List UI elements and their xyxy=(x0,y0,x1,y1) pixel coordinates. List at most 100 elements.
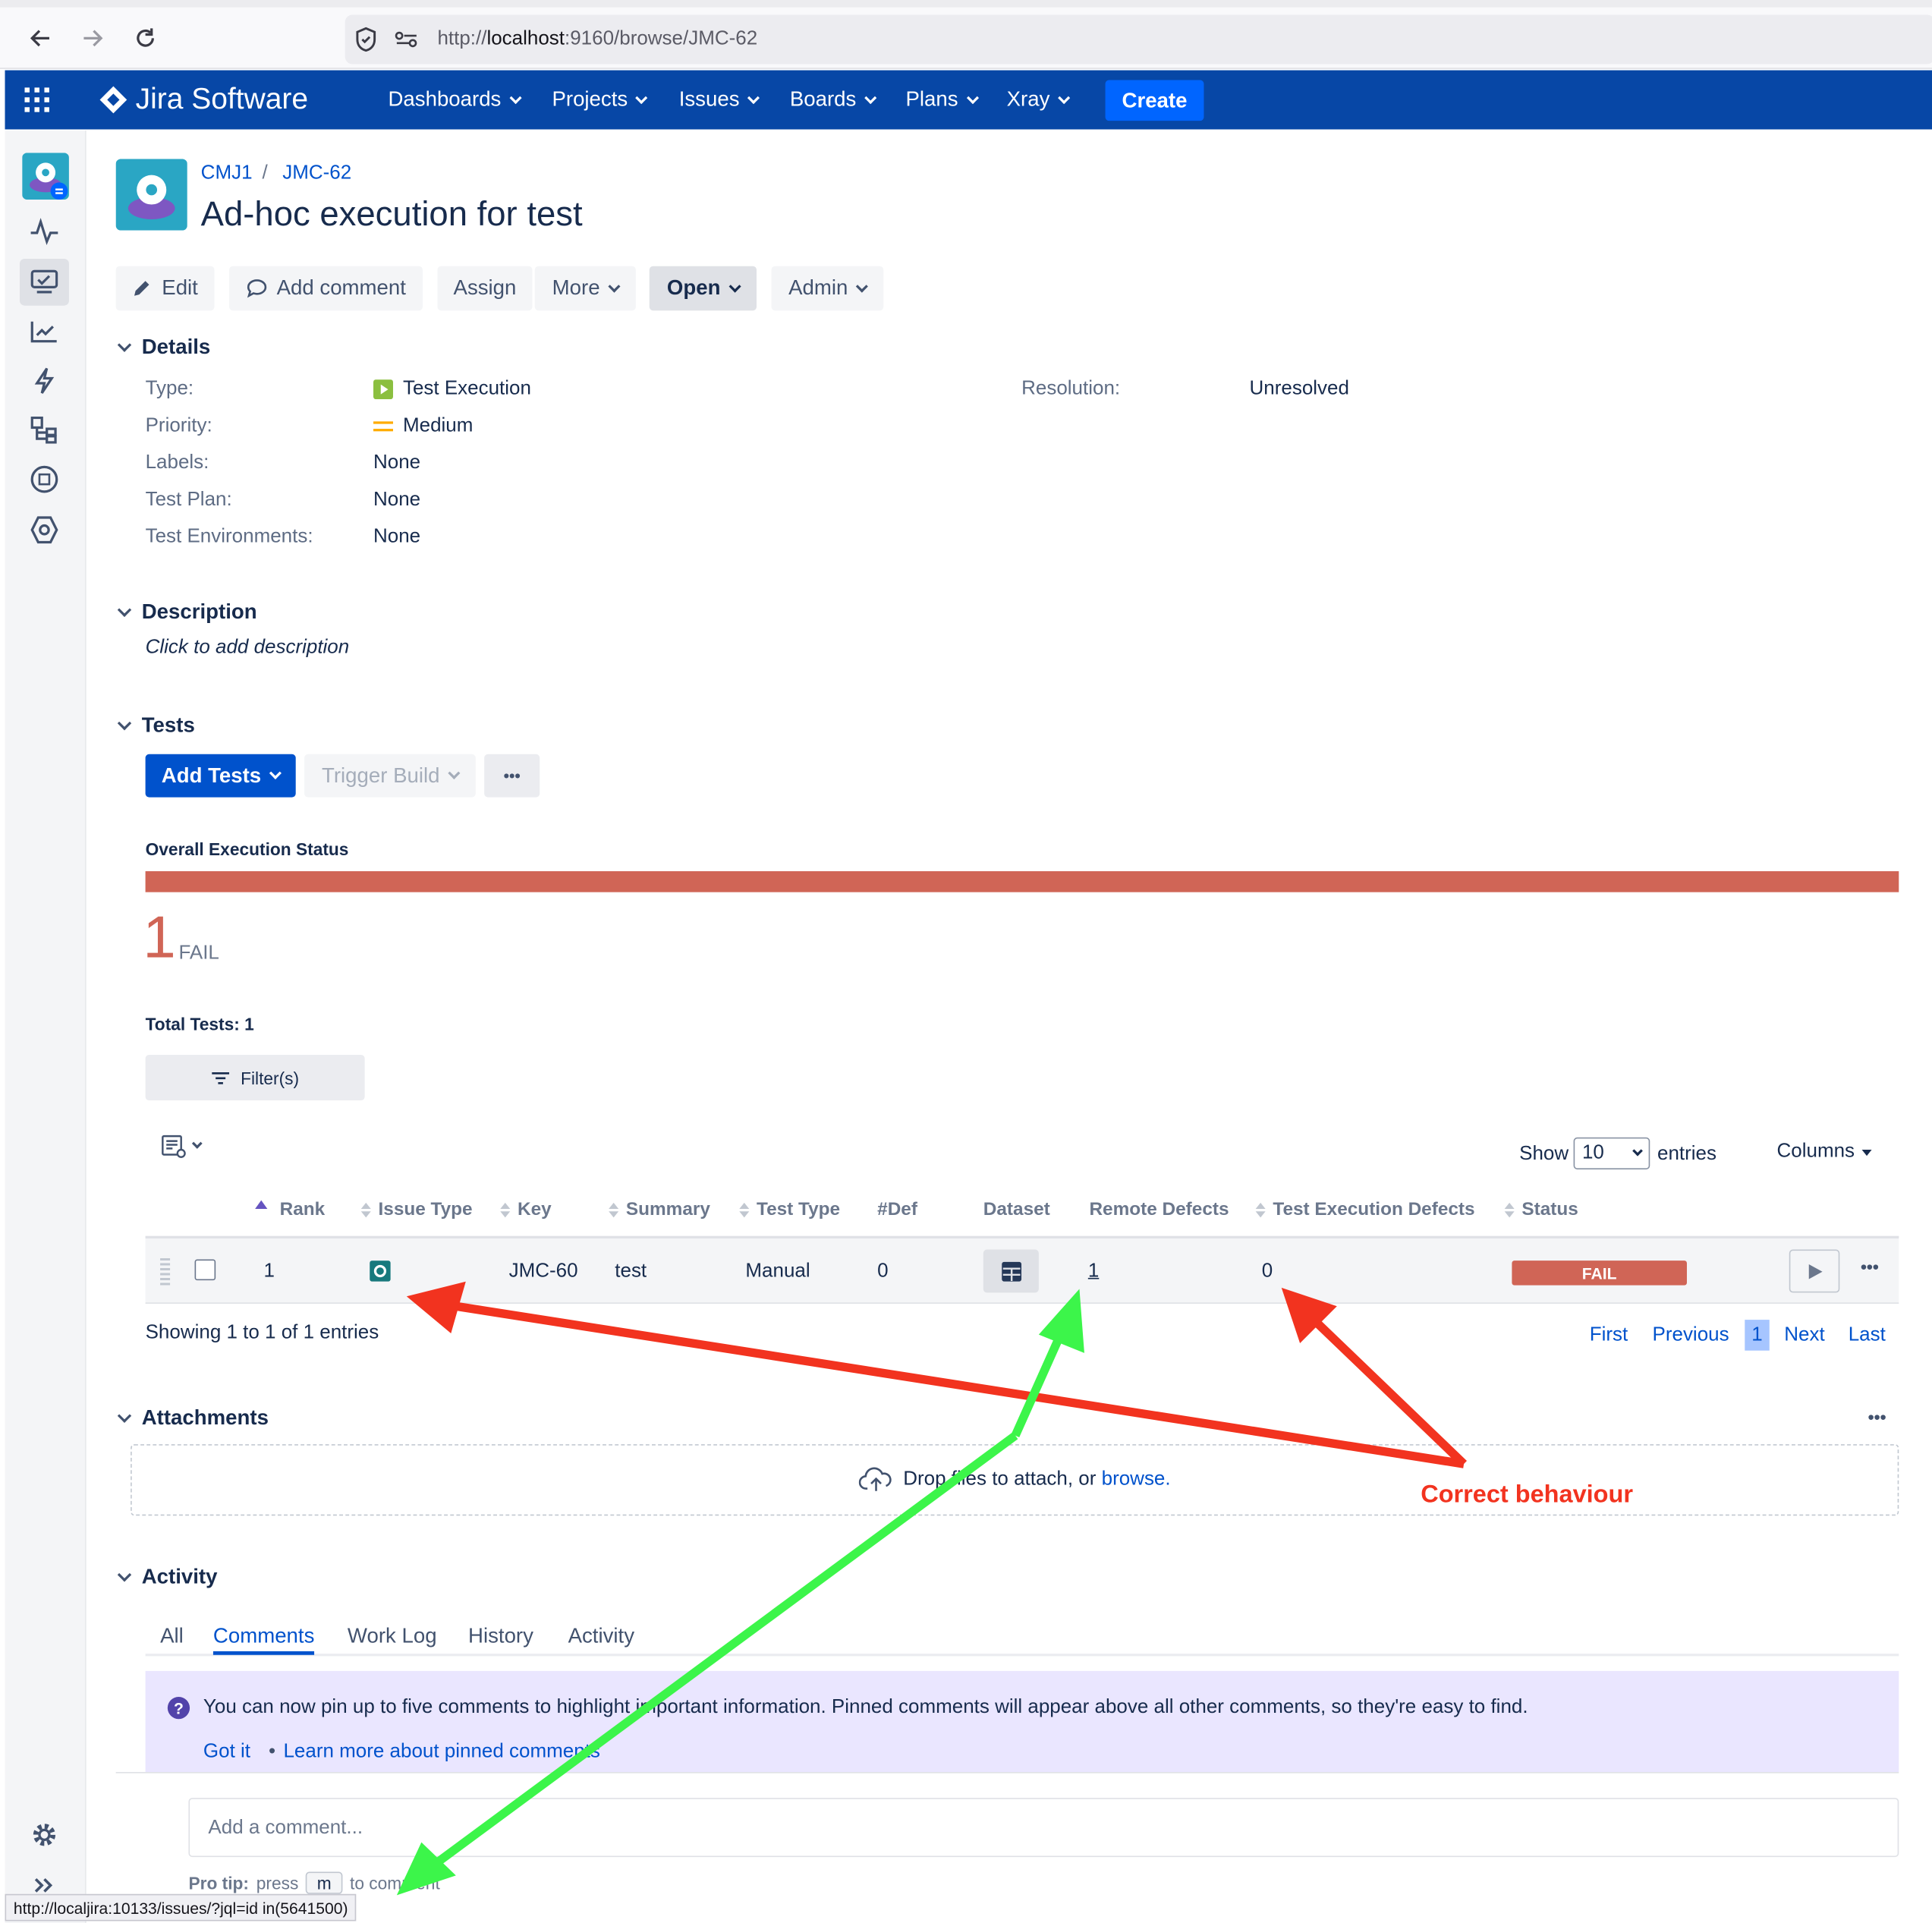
sort-icon xyxy=(609,1202,619,1217)
tab-all[interactable]: All xyxy=(160,1624,184,1648)
tab-history[interactable]: History xyxy=(468,1624,533,1648)
permissions-icon[interactable] xyxy=(395,30,419,55)
pager-previous[interactable]: Previous xyxy=(1653,1325,1729,1347)
app-switcher-icon[interactable] xyxy=(24,87,49,118)
breadcrumb-project-link[interactable]: CMJ1 xyxy=(201,162,253,184)
tab-activity[interactable]: Activity xyxy=(568,1624,634,1648)
forward-icon[interactable] xyxy=(74,20,111,57)
labels-value[interactable]: None xyxy=(373,452,420,474)
components-icon[interactable] xyxy=(22,408,66,452)
description-placeholder[interactable]: Click to add description xyxy=(146,637,350,659)
url-text[interactable]: http://localhost:9160/browse/JMC-62 xyxy=(437,28,757,50)
sort-icon xyxy=(1504,1202,1515,1217)
pager-current-page[interactable]: 1 xyxy=(1745,1320,1770,1351)
test-plan-value[interactable]: None xyxy=(373,489,420,511)
nav-boards[interactable]: Boards xyxy=(790,87,877,112)
breadcrumb-issue-link[interactable]: JMC-62 xyxy=(282,162,351,184)
lightning-icon[interactable] xyxy=(22,359,66,403)
jira-logo[interactable]: Jira Software xyxy=(99,83,308,117)
drag-handle-icon[interactable] xyxy=(160,1257,171,1288)
column-header-rank[interactable]: Rank xyxy=(255,1199,325,1220)
row-test-type: Manual xyxy=(745,1260,810,1282)
row-summary-link[interactable]: test xyxy=(615,1260,647,1283)
attachments-more-icon[interactable]: ••• xyxy=(1868,1407,1886,1427)
edit-button[interactable]: Edit xyxy=(115,266,215,311)
pager-next[interactable]: Next xyxy=(1784,1325,1824,1347)
row-key-link[interactable]: JMC-60 xyxy=(509,1260,578,1283)
column-header-test-execution-defects[interactable]: Test Execution Defects xyxy=(1255,1199,1475,1220)
browser-tab-strip xyxy=(0,0,1932,8)
show-label: Show xyxy=(1519,1143,1569,1165)
settings-gear-icon[interactable] xyxy=(22,1813,66,1857)
page-title[interactable]: Ad-hoc execution for test xyxy=(201,195,583,234)
execute-button[interactable] xyxy=(1789,1249,1840,1293)
add-comment-button[interactable]: Add comment xyxy=(229,266,423,311)
pro-tip: Pro tip: press m to comment xyxy=(188,1871,440,1894)
filters-button[interactable]: Filter(s) xyxy=(145,1054,365,1101)
nav-projects[interactable]: Projects xyxy=(552,87,648,112)
description-toggle[interactable]: Description xyxy=(116,600,257,625)
dataset-button[interactable] xyxy=(983,1249,1039,1293)
fail-segment xyxy=(145,871,1899,892)
tests-more-actions-button[interactable]: ••• xyxy=(484,754,540,798)
pulse-icon[interactable] xyxy=(22,209,66,253)
column-header-summary[interactable]: Summary xyxy=(609,1199,710,1220)
assign-button[interactable]: Assign xyxy=(437,266,533,311)
activity-toggle[interactable]: Activity xyxy=(116,1565,217,1589)
tab-work-log[interactable]: Work Log xyxy=(348,1624,437,1648)
attachments-toggle[interactable]: Attachments xyxy=(116,1406,269,1430)
nav-issues[interactable]: Issues xyxy=(679,87,760,112)
learn-more-link[interactable]: Learn more about pinned comments xyxy=(283,1741,599,1763)
shield-icon[interactable] xyxy=(355,27,377,58)
board-icon[interactable] xyxy=(19,258,69,306)
browse-link[interactable]: browse. xyxy=(1102,1469,1171,1490)
status-badge[interactable]: FAIL xyxy=(1512,1260,1687,1286)
column-header-remote-defects[interactable]: Remote Defects xyxy=(1089,1199,1229,1220)
column-header-issue-type[interactable]: Issue Type xyxy=(360,1199,473,1220)
more-button[interactable]: More xyxy=(534,266,636,311)
column-header-status[interactable]: Status xyxy=(1504,1199,1578,1220)
column-header-dataset[interactable]: Dataset xyxy=(983,1199,1050,1220)
green-arrow-to-remote-defects xyxy=(1011,1289,1084,1438)
trigger-build-button[interactable]: Trigger Build xyxy=(304,754,476,798)
remote-defects-link[interactable]: 1 xyxy=(1088,1260,1099,1283)
nav-xray[interactable]: Xray xyxy=(1007,87,1071,112)
column-header-def[interactable]: #Def xyxy=(877,1199,917,1220)
row-actions-icon[interactable]: ••• xyxy=(1861,1257,1879,1276)
attachment-dropzone[interactable]: Drop files to attach, or browse. xyxy=(131,1444,1899,1516)
columns-dropdown[interactable]: Columns xyxy=(1777,1141,1872,1163)
nav-dashboards[interactable]: Dashboards xyxy=(388,87,522,112)
pager-last[interactable]: Last xyxy=(1849,1325,1886,1347)
tests-heading: Tests xyxy=(141,713,195,738)
nav-plans[interactable]: Plans xyxy=(905,87,979,112)
hexagon-icon[interactable] xyxy=(22,508,66,552)
jira-header: Jira Software Dashboards Projects Issues… xyxy=(5,70,1932,130)
details-toggle[interactable]: Details xyxy=(116,335,211,360)
status-open-button[interactable]: Open xyxy=(649,266,757,311)
reports-icon[interactable] xyxy=(22,310,66,354)
comment-input[interactable]: Add a comment... xyxy=(188,1798,1899,1858)
reload-icon[interactable] xyxy=(127,20,164,57)
entries-select[interactable]: 10 xyxy=(1573,1137,1650,1169)
test-environments-value[interactable]: None xyxy=(373,526,420,548)
tests-toggle[interactable]: Tests xyxy=(116,713,195,738)
admin-button[interactable]: Admin xyxy=(771,266,884,311)
project-avatar[interactable] xyxy=(22,153,69,200)
column-layout-menu[interactable] xyxy=(162,1134,203,1158)
add-tests-button[interactable]: Add Tests xyxy=(145,754,296,798)
chevron-down-icon xyxy=(117,602,132,617)
column-header-key[interactable]: Key xyxy=(500,1199,552,1220)
test-environments-label: Test Environments: xyxy=(145,526,313,547)
back-icon[interactable] xyxy=(22,20,59,57)
tab-comments[interactable]: Comments xyxy=(212,1624,315,1655)
row-checkbox[interactable] xyxy=(194,1259,216,1281)
column-header-test-type[interactable]: Test Type xyxy=(739,1199,840,1220)
details-heading: Details xyxy=(141,335,211,359)
create-button[interactable]: Create xyxy=(1105,80,1204,121)
address-bar[interactable]: http://localhost:9160/browse/JMC-62 xyxy=(345,14,1932,65)
got-it-link[interactable]: Got it xyxy=(203,1741,250,1763)
test-repository-icon[interactable] xyxy=(22,457,66,501)
pinned-comments-info-banner: ? You can now pin up to five comments to… xyxy=(145,1670,1899,1773)
pager-first[interactable]: First xyxy=(1590,1325,1628,1347)
test-issue-type-icon xyxy=(370,1260,391,1288)
